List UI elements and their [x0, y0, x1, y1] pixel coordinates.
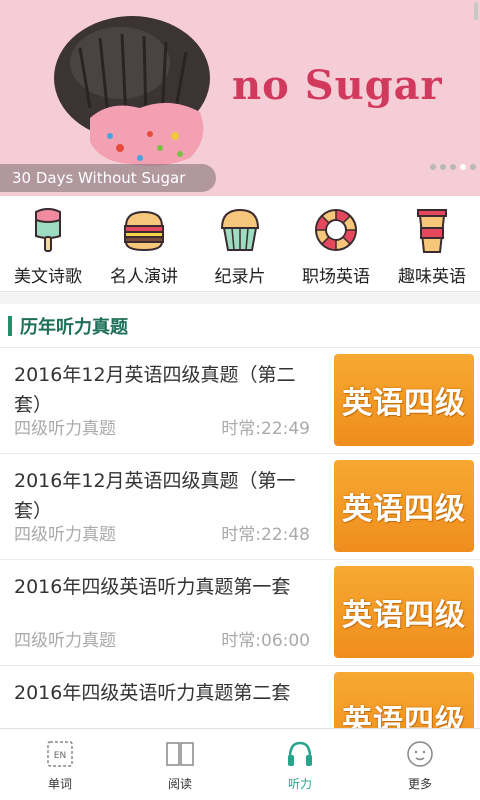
book-icon — [166, 742, 194, 766]
popsicle-icon — [35, 208, 61, 252]
carousel-dot[interactable] — [470, 164, 476, 170]
category-workplace[interactable]: 职场英语 — [288, 196, 384, 292]
svg-text:EN: EN — [54, 751, 66, 761]
item-duration: 时常:22:48 — [221, 525, 310, 545]
thumbnail-text: 英语四级 — [342, 704, 466, 728]
item-title: 2016年四级英语听力真题第二套 — [14, 682, 291, 704]
category-label: 名人演讲 — [110, 267, 178, 287]
nav-item-words[interactable]: EN 单词 — [0, 729, 120, 800]
category-fun[interactable]: 趣味英语 — [384, 196, 480, 292]
item-duration: 时常:22:49 — [221, 419, 310, 439]
past-listening-section: 历年听力真题 2016年12月英语四级真题（第二套） 四级听力真题 时常:22:… — [0, 304, 480, 728]
category-poetry[interactable]: 美文诗歌 — [0, 196, 96, 292]
carousel-dot[interactable] — [450, 164, 456, 170]
item-category: 四级听力真题 — [14, 419, 116, 439]
category-documentary[interactable]: 纪录片 — [192, 196, 288, 292]
list-item[interactable]: 2016年四级英语听力真题第一套 四级听力真题 时常:06:00 英语四级 — [0, 560, 480, 666]
list-item[interactable]: 2016年12月英语四级真题（第二套） 四级听力真题 时常:22:49 英语四级 — [0, 348, 480, 454]
section-accent-bar — [8, 315, 12, 336]
item-duration: 时常:06:00 — [221, 631, 310, 651]
bottom-nav: EN 单词 阅读 听力 更多 — [0, 728, 480, 800]
item-thumbnail: 英语四级 — [334, 672, 474, 728]
headphones-icon — [288, 741, 312, 766]
banner-brand-text: no Sugar — [232, 62, 443, 109]
scrollbar-thumb — [474, 2, 478, 20]
category-speech[interactable]: 名人演讲 — [96, 196, 192, 292]
lifebuoy-icon — [315, 209, 357, 251]
item-category: 四级听力真题 — [14, 525, 116, 545]
section-header: 历年听力真题 — [0, 304, 480, 348]
list-item[interactable]: 2016年四级英语听力真题第二套 英语四级 — [0, 666, 480, 728]
smiley-icon — [407, 741, 433, 767]
item-title: 2016年12月英语四级真题（第二套） — [14, 364, 296, 416]
section-title: 历年听力真题 — [20, 316, 128, 338]
list-item[interactable]: 2016年12月英语四级真题（第一套） 四级听力真题 时常:22:48 英语四级 — [0, 454, 480, 560]
item-title: 2016年四级英语听力真题第一套 — [14, 576, 291, 598]
carousel-dot[interactable] — [430, 164, 436, 170]
nav-label: 阅读 — [167, 777, 192, 791]
thumbnail-text: 英语四级 — [342, 386, 466, 421]
burger-icon — [124, 210, 164, 252]
nav-label: 听力 — [287, 777, 312, 791]
carousel-dot-active[interactable] — [460, 164, 466, 170]
category-label: 纪录片 — [214, 267, 266, 287]
en-card-icon: EN — [47, 741, 73, 767]
category-row: 美文诗歌 名人演讲 纪录片 职场英语 趣味英语 — [0, 196, 480, 292]
carousel-dot[interactable] — [440, 164, 446, 170]
category-label: 职场英语 — [302, 267, 370, 287]
drink-cup-icon — [417, 209, 447, 253]
item-thumbnail: 英语四级 — [334, 460, 474, 552]
item-category: 四级听力真题 — [14, 631, 116, 651]
carousel-dots — [430, 164, 476, 170]
nav-item-reading[interactable]: 阅读 — [120, 729, 240, 800]
item-thumbnail: 英语四级 — [334, 566, 474, 658]
nav-item-more[interactable]: 更多 — [360, 729, 480, 800]
banner-caption: 30 Days Without Sugar — [0, 164, 216, 192]
cupcake-icon — [220, 208, 260, 251]
banner-carousel[interactable]: no Sugar 30 Days Without Sugar — [0, 0, 480, 196]
thumbnail-text: 英语四级 — [342, 598, 466, 633]
thumbnail-text: 英语四级 — [342, 492, 466, 527]
cupcake-image — [54, 16, 210, 166]
nav-item-listening[interactable]: 听力 — [240, 729, 360, 800]
item-thumbnail: 英语四级 — [334, 354, 474, 446]
app-root: no Sugar 30 Days Without Sugar 美文诗歌 名人演讲… — [0, 0, 480, 800]
item-title: 2016年12月英语四级真题（第一套） — [14, 470, 296, 522]
category-label: 趣味英语 — [398, 267, 466, 287]
nav-label: 单词 — [47, 777, 72, 791]
nav-label: 更多 — [407, 777, 432, 791]
category-label: 美文诗歌 — [14, 267, 82, 287]
